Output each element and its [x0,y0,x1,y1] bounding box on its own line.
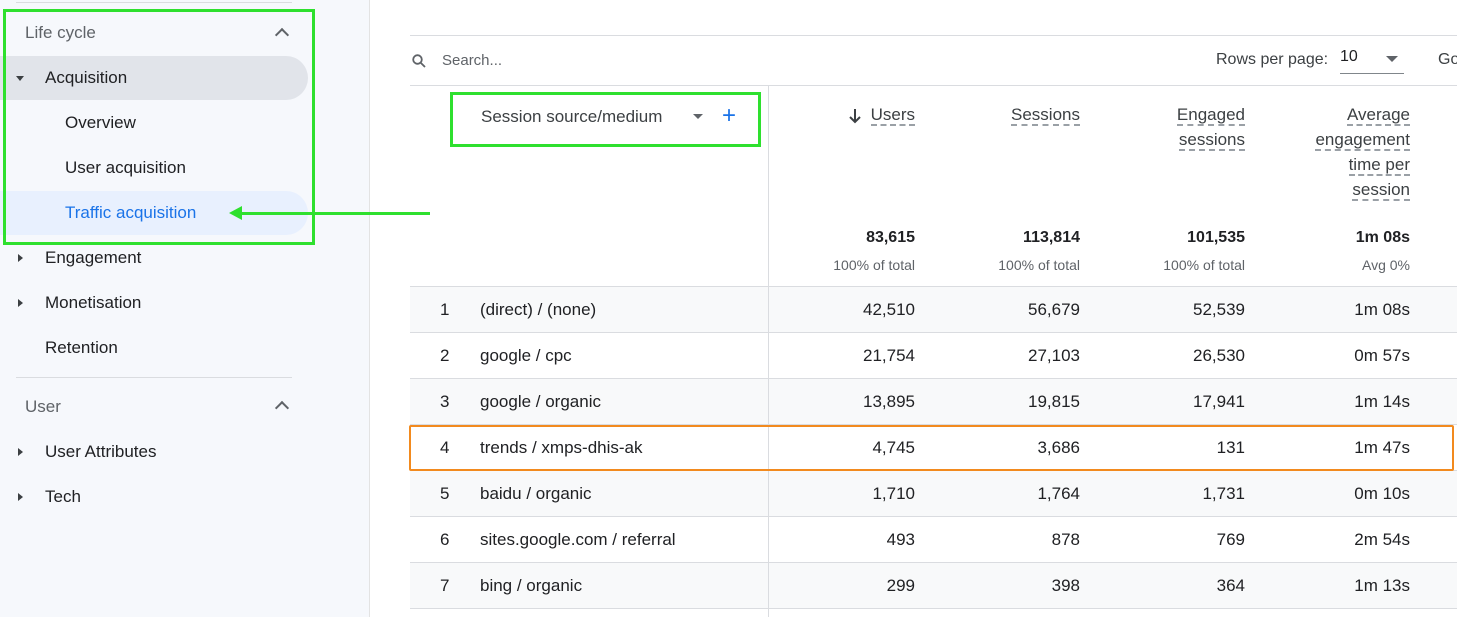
total-engaged-sessions: 101,535 [1187,229,1245,246]
total-avg-engagement-sub: Avg 0% [1362,257,1410,273]
sidebar-divider [16,377,292,378]
sidebar-item-tech[interactable]: Tech [0,475,308,519]
row-source-medium[interactable]: sites.google.com / referral [480,530,676,550]
sidebar-item-monetisation[interactable]: Monetisation [0,281,308,325]
caret-right-icon [14,252,26,264]
annotation-box-dimension [450,92,761,147]
sidebar-item-label: Retention [45,338,118,357]
table-row[interactable]: 1 (direct) / (none) 42,510 56,679 52,539… [410,286,1457,332]
row-source-medium[interactable]: bing / organic [480,576,582,596]
search-icon [412,54,426,68]
column-header-avg-engagement[interactable]: Average engagement time per session [1280,102,1410,202]
row-engaged-sessions: 769 [1216,530,1245,549]
table-row[interactable]: 6 sites.google.com / referral 493 878 76… [410,516,1457,562]
section-user[interactable]: User [25,385,305,429]
total-sessions: 113,814 [1023,229,1080,246]
caret-right-icon [14,297,26,309]
sidebar-item-label: Tech [45,487,81,506]
column-header-label: Engaged [1176,105,1245,126]
row-sessions: 398 [1051,576,1080,595]
sidebar-divider [16,2,292,3]
row-source-medium[interactable]: google / cpc [480,346,572,366]
row-users: 21,754 [863,346,915,365]
row-source-medium[interactable]: google / organic [480,392,601,412]
column-header-label: sessions [1178,130,1245,151]
column-header-users[interactable]: Users [860,102,915,127]
column-header-label: time per [1348,155,1410,176]
row-index: 1 [440,300,450,319]
row-avg-engagement: 1m 14s [1354,392,1410,411]
annotation-box-sidebar [3,9,315,245]
row-source-medium[interactable]: (direct) / (none) [480,300,596,320]
row-sessions: 878 [1051,530,1080,549]
table-row[interactable]: 3 google / organic 13,895 19,815 17,941 … [410,378,1457,424]
rows-per-page-select[interactable]: 10 [1340,44,1404,74]
row-engaged-sessions: 1,731 [1202,484,1245,503]
row-avg-engagement: 0m 57s [1354,346,1410,365]
column-header-sessions[interactable]: Sessions [980,102,1080,127]
row-engaged-sessions: 26,530 [1193,346,1245,365]
rows-per-page-label: Rows per page: [1216,51,1329,68]
search-input[interactable]: Search... [442,52,502,69]
total-users-sub: 100% of total [833,257,915,273]
row-sessions: 19,815 [1028,392,1080,411]
sidebar-item-retention[interactable]: Retention [0,326,308,370]
table-row [410,608,1457,617]
row-index: 6 [440,530,450,549]
table-row[interactable]: 7 bing / organic 299 398 364 1m 13s [410,562,1457,608]
row-avg-engagement: 1m 08s [1354,300,1410,319]
column-header-label: Sessions [1011,105,1080,126]
row-avg-engagement: 0m 10s [1354,484,1410,503]
annotation-arrow-line [240,212,430,215]
caret-right-icon [14,491,26,503]
dropdown-arrow-icon [1386,56,1398,62]
annotation-box-highlight-row [409,425,1454,471]
total-avg-engagement: 1m 08s [1355,229,1410,246]
rows-per-page-value: 10 [1340,48,1358,65]
table-toolbar: Search... Rows per page: 10 Go [410,36,1457,86]
row-sessions: 27,103 [1028,346,1080,365]
column-header-engaged-sessions[interactable]: Engaged sessions [1130,102,1245,152]
total-sessions-sub: 100% of total [998,257,1080,273]
row-engaged-sessions: 364 [1216,576,1245,595]
row-users: 1,710 [872,484,915,503]
row-index: 2 [440,346,450,365]
annotation-arrow-icon [229,206,242,220]
row-avg-engagement: 2m 54s [1354,530,1410,549]
sidebar-item-user-attributes[interactable]: User Attributes [0,430,308,474]
row-engaged-sessions: 17,941 [1193,392,1245,411]
row-sessions: 56,679 [1028,300,1080,319]
row-engaged-sessions: 52,539 [1193,300,1245,319]
row-index: 5 [440,484,450,503]
row-users: 13,895 [863,392,915,411]
total-engaged-sessions-sub: 100% of total [1163,257,1245,273]
caret-right-icon [14,446,26,458]
row-source-medium[interactable]: baidu / organic [480,484,592,504]
row-avg-engagement: 1m 13s [1354,576,1410,595]
goto-label[interactable]: Go [1438,51,1457,69]
sidebar-item-label: Engagement [45,248,142,267]
row-index: 3 [440,392,450,411]
table-row[interactable]: 2 google / cpc 21,754 27,103 26,530 0m 5… [410,332,1457,378]
total-users: 83,615 [866,229,915,246]
row-sessions: 1,764 [1037,484,1080,503]
column-header-label: Users [870,105,915,126]
sidebar-item-label: User Attributes [45,442,157,461]
section-user-label: User [25,397,61,416]
row-users: 493 [886,530,915,549]
row-users: 42,510 [863,300,915,319]
row-index: 7 [440,576,450,595]
sidebar-item-label: Monetisation [45,293,142,312]
table-row[interactable]: 5 baidu / organic 1,710 1,764 1,731 0m 1… [410,470,1457,516]
column-header-label: Average [1346,105,1410,126]
column-header-label: engagement [1315,130,1410,151]
row-users: 299 [886,576,915,595]
column-header-label: session [1352,180,1410,201]
